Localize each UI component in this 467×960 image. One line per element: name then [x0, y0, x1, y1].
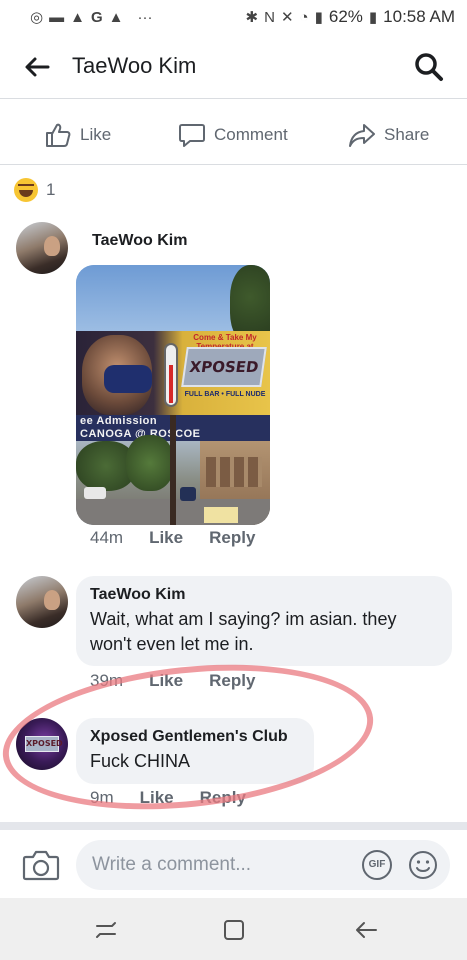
comment-meta: 39m Like Reply: [90, 671, 255, 691]
header-divider: [0, 98, 467, 99]
actions-divider: [0, 164, 467, 165]
like-button[interactable]: Like: [44, 112, 111, 158]
share-arrow-icon: [349, 124, 375, 147]
avatar[interactable]: XPOSED: [16, 718, 68, 770]
nfc-icon: N: [264, 8, 275, 26]
whatsapp-icon: ◎: [30, 9, 44, 26]
billboard-tagline: Come & Take My Temperature at: [193, 333, 257, 351]
comment-label: Comment: [214, 125, 288, 144]
mute-icon: ✕: [280, 9, 294, 26]
back-arrow-icon[interactable]: [22, 52, 52, 82]
comment-input[interactable]: [76, 840, 450, 890]
comment-reply-link[interactable]: Reply: [209, 671, 255, 691]
thermometer-graphic: [164, 343, 178, 407]
comment-bubble[interactable]: TaeWoo Kim Wait, what am I saying? im as…: [76, 576, 452, 666]
reactions-summary[interactable]: 1: [14, 178, 55, 202]
billboard-logo: XPOSED: [181, 347, 267, 387]
gallery-icon: ▲: [70, 8, 85, 26]
billboard-strip: FULL BAR • FULL NUDE: [184, 391, 266, 398]
comment-button[interactable]: Comment: [178, 112, 288, 158]
gallery-icon: ▲: [108, 8, 124, 26]
comment-time: 39m: [90, 671, 124, 690]
page-title: TaeWoo Kim: [72, 53, 197, 78]
haha-reaction-icon: [14, 178, 38, 202]
comment-like-link[interactable]: Like: [140, 788, 174, 808]
xposed-logo: XPOSED: [25, 736, 63, 752]
comment-time: 44m: [90, 528, 124, 547]
comment-like-link[interactable]: Like: [149, 671, 183, 691]
like-label: Like: [80, 125, 112, 144]
battery-icon: ▮: [368, 9, 378, 26]
avatar[interactable]: [16, 222, 68, 274]
comment-bubble-icon: [179, 124, 205, 147]
share-label: Share: [384, 125, 430, 144]
google-icon: G: [90, 8, 103, 26]
gif-button[interactable]: GIF: [362, 850, 392, 880]
comment-reply-link[interactable]: Reply: [209, 528, 255, 548]
more-notifications-icon: ···: [137, 8, 153, 26]
recent-apps-icon[interactable]: [92, 916, 120, 944]
message-icon: ▬: [49, 8, 65, 26]
comment-bubble[interactable]: Xposed Gentlemen's Club Fuck CHINA: [76, 718, 314, 784]
status-bar: ◎ ▬ ▲ G ▲ ··· ✱ N ✕ ◔ ▮ 62% ▮ 10:58 AM: [0, 0, 467, 34]
app-header: TaeWoo Kim: [0, 40, 467, 96]
comment-composer: GIF: [0, 830, 467, 896]
composer-divider: [0, 822, 467, 830]
bluetooth-icon: ✱: [245, 9, 259, 26]
comment-time: 9m: [90, 788, 114, 807]
thumbs-up-icon: [46, 123, 71, 147]
comment-like-link[interactable]: Like: [149, 528, 183, 548]
comment-photo[interactable]: Come & Take My Temperature at XPOSED FUL…: [76, 265, 270, 525]
status-left-icons: ◎ ▬ ▲ G ▲ ···: [30, 8, 153, 27]
back-nav-icon[interactable]: [352, 916, 380, 944]
system-nav-bar: [0, 898, 467, 960]
comment-author[interactable]: TaeWoo Kim: [92, 232, 187, 250]
comment-meta: 9m Like Reply: [90, 788, 246, 808]
signal-icon: ▮: [314, 9, 323, 26]
comment-author[interactable]: TaeWoo Kim: [90, 586, 438, 604]
search-icon[interactable]: [413, 51, 445, 83]
camera-icon[interactable]: [22, 848, 60, 882]
reaction-count: 1: [46, 180, 56, 199]
comment-reply-link[interactable]: Reply: [200, 788, 246, 808]
emoji-icon[interactable]: [408, 850, 438, 880]
status-right-icons: ✱ N ✕ ◔ ▮ 62% ▮ 10:58 AM: [246, 7, 455, 27]
comment-author[interactable]: Xposed Gentlemen's Club: [90, 728, 300, 746]
avatar[interactable]: [16, 576, 68, 628]
share-button[interactable]: Share: [348, 112, 429, 158]
post-actions-bar: Like Comment Share: [0, 112, 467, 158]
wifi-icon: ◔: [299, 8, 309, 26]
comment-text: Fuck CHINA: [90, 751, 191, 771]
home-icon[interactable]: [220, 916, 248, 944]
comment-meta: 44m Like Reply: [90, 528, 255, 548]
battery-percent: 62%: [328, 7, 363, 26]
clock: 10:58 AM: [383, 7, 455, 26]
comment-text: Wait, what am I saying? im asian. they w…: [90, 609, 397, 654]
